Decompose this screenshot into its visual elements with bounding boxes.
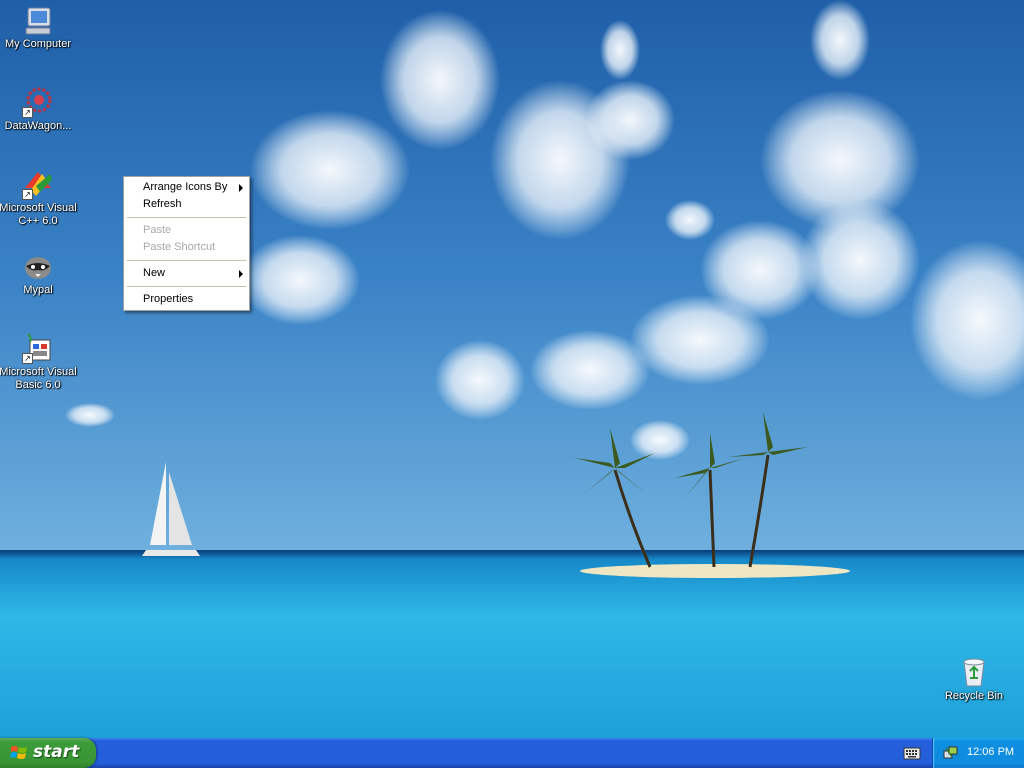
windows-logo-icon <box>10 746 27 759</box>
submenu-arrow-icon <box>239 270 243 278</box>
menu-item-label: Properties <box>143 293 194 305</box>
menu-item-refresh[interactable]: Refresh <box>124 196 249 213</box>
desktop-icon-label: Mypal <box>23 284 53 296</box>
desktop-icon-label: Microsoft Visual Basic 6.0 <box>0 366 77 391</box>
desktop-context-menu: Arrange Icons By Refresh Paste Paste Sho… <box>123 176 250 311</box>
menu-item-label: New <box>143 267 166 279</box>
shortcut-arrow-icon: ↗ <box>22 353 33 364</box>
visual-cpp-icon-item[interactable]: ↗ Microsoft Visual C++ 6.0 <box>0 168 78 228</box>
visual-basic-icon-item[interactable]: ↗ Microsoft Visual Basic 6.0 <box>0 332 78 392</box>
desktop-icon-label: My Computer <box>4 38 72 50</box>
recycle-bin-icon <box>958 656 990 688</box>
taskbar: start 12:06 PM <box>0 738 1024 768</box>
datawagon-icon-item[interactable]: ↗ DataWagon... <box>0 86 78 133</box>
desktop-icon-label: Recycle Bin <box>944 690 1004 702</box>
shortcut-arrow-icon: ↗ <box>22 107 33 118</box>
mypal-icon-item[interactable]: Mypal <box>0 250 78 297</box>
menu-item-paste-shortcut: Paste Shortcut <box>124 239 249 256</box>
shortcut-arrow-icon: ↗ <box>22 189 33 200</box>
menu-separator <box>127 286 246 287</box>
menu-item-arrange-icons-by[interactable]: Arrange Icons By <box>124 179 249 196</box>
start-label: start <box>33 742 80 762</box>
menu-separator <box>127 260 246 261</box>
recycle-bin-icon-item[interactable]: Recycle Bin <box>934 656 1014 703</box>
keyboard-icon[interactable] <box>903 745 921 761</box>
menu-item-label: Refresh <box>143 198 182 210</box>
system-tray: 12:06 PM <box>932 738 1024 768</box>
my-computer-icon <box>22 4 54 36</box>
submenu-arrow-icon <box>239 184 243 192</box>
network-icon[interactable] <box>943 745 959 761</box>
clock[interactable]: 12:06 PM <box>967 746 1014 758</box>
menu-item-new[interactable]: New <box>124 265 249 282</box>
menu-item-properties[interactable]: Properties <box>124 291 249 308</box>
desktop-icon-label: DataWagon... <box>4 120 72 132</box>
wallpaper-image <box>0 0 1024 738</box>
desktop-icon-label: Microsoft Visual C++ 6.0 <box>0 202 77 227</box>
menu-item-label: Arrange Icons By <box>143 181 228 193</box>
menu-item-label: Paste Shortcut <box>143 241 216 253</box>
mypal-raccoon-icon <box>22 250 54 282</box>
visual-cpp-icon: ↗ <box>22 168 54 200</box>
datawagon-icon: ↗ <box>22 86 54 118</box>
menu-separator <box>127 217 246 218</box>
my-computer-icon-item[interactable]: My Computer <box>0 4 78 51</box>
start-button[interactable]: start <box>0 738 96 768</box>
visual-basic-icon: ↗ <box>22 332 54 364</box>
desktop[interactable]: My Computer ↗ DataWagon... ↗ Microsoft V… <box>0 0 1024 738</box>
menu-item-paste: Paste <box>124 222 249 239</box>
menu-item-label: Paste <box>143 224 172 236</box>
